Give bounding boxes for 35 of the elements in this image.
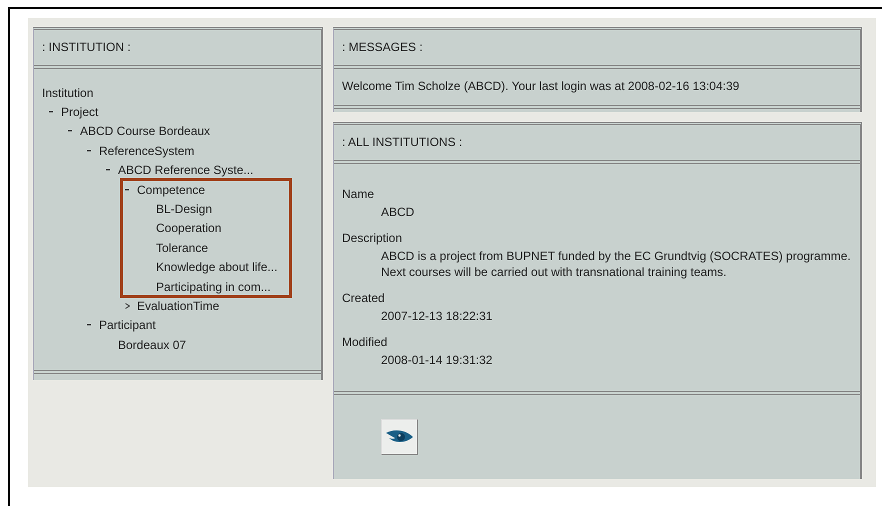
tree-item[interactable]: EvaluationTime: [137, 298, 220, 313]
tree-item[interactable]: Participant: [99, 318, 156, 332]
tree-item[interactable]: Cooperation: [156, 221, 222, 236]
welcome-message: Welcome Tim Scholze (ABCD). Your last login was at 2008-02-16 13:04:39: [342, 79, 740, 93]
tree-item[interactable]: Institution: [42, 86, 94, 100]
tree-item[interactable]: ReferenceSystem: [99, 144, 194, 158]
field-label: Name: [342, 186, 376, 202]
field-value: ABCD: [380, 204, 416, 220]
tree-item[interactable]: ABCD Reference Syste...: [118, 163, 254, 178]
eye-icon: [385, 430, 414, 444]
tree-item[interactable]: Bordeaux 07: [118, 338, 186, 352]
expanded-icon[interactable]: [49, 111, 53, 114]
expanded-icon[interactable]: [106, 169, 110, 172]
expanded-icon[interactable]: [87, 324, 91, 326]
tree-item[interactable]: ABCD Course Bordeaux: [80, 124, 210, 138]
collapsed-icon[interactable]: [125, 302, 130, 309]
expanded-icon[interactable]: [125, 188, 129, 191]
field-value: 2008-01-14 19:31:32: [380, 352, 494, 368]
panel-title: : MESSAGES :: [342, 40, 423, 54]
tree-item[interactable]: Project: [61, 105, 98, 120]
field-label: Modified: [342, 334, 388, 350]
tree-item[interactable]: BL-Design: [156, 202, 212, 216]
tree-item[interactable]: Competence: [137, 182, 206, 197]
view-button[interactable]: [381, 419, 418, 455]
panel-title: : INSTITUTION :: [42, 40, 131, 54]
field-label: Created: [342, 290, 386, 306]
field-label: Description: [342, 230, 404, 246]
tree-item[interactable]: Tolerance: [156, 240, 208, 255]
expanded-icon[interactable]: [68, 130, 72, 132]
field-value: 2007-12-13 18:22:31: [380, 308, 494, 324]
panel-title: : ALL INSTITUTIONS :: [342, 135, 462, 149]
field-value: ABCD is a project from BUPNET funded by the EC Grundtvig (SOCRATES) programme. Next courses will be carried out with transnational training teams.: [380, 248, 851, 280]
tree-item[interactable]: Knowledge about life...: [156, 260, 278, 274]
tree-item[interactable]: Participating in com...: [156, 280, 271, 294]
expanded-icon[interactable]: [87, 150, 91, 152]
